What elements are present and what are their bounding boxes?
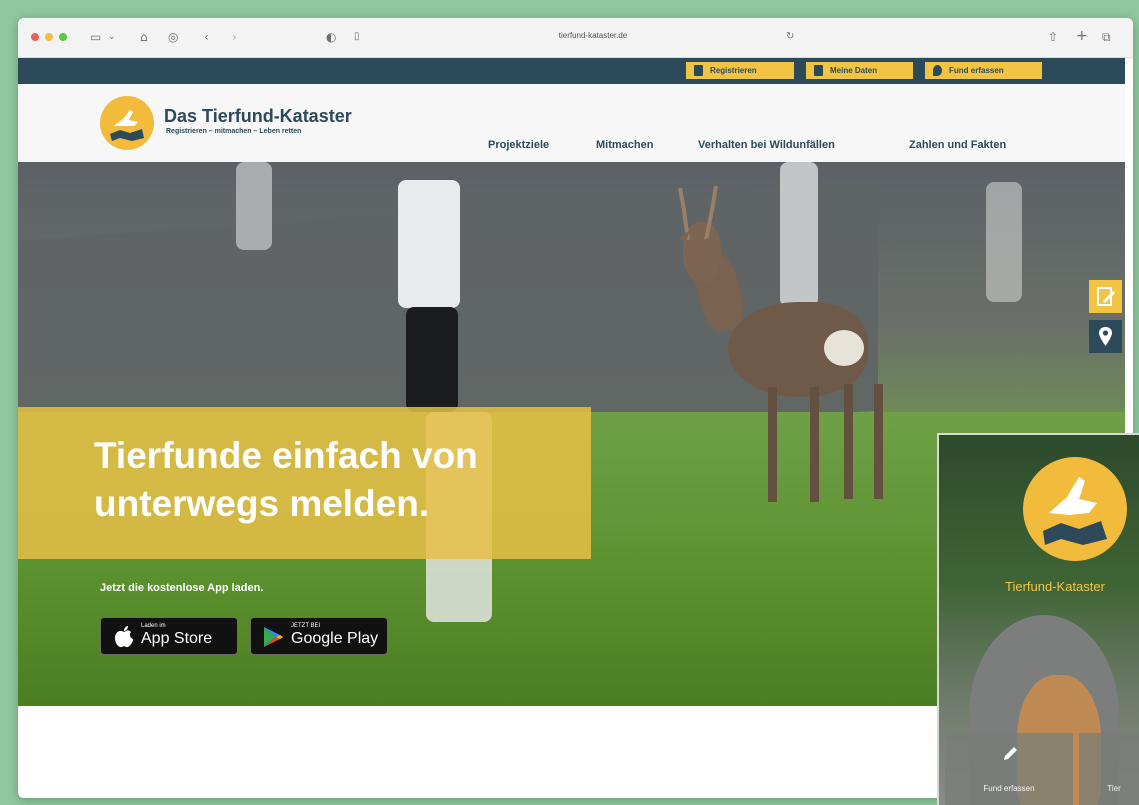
record-find-button-label: Fund erfassen <box>949 66 1004 75</box>
register-button[interactable]: Registrieren <box>686 62 794 79</box>
privacy-icon[interactable]: ◎ <box>168 29 178 45</box>
reader-icon[interactable]: ◐ <box>326 29 336 45</box>
tabs-overview-icon[interactable]: ⧉ <box>1102 29 1111 45</box>
url-text: tierfund-kataster.de <box>558 31 628 40</box>
hero-title: Tierfunde einfach von unterwegs melden. <box>94 435 478 524</box>
deer-leg <box>768 387 777 502</box>
side-edit-button[interactable] <box>1089 280 1122 313</box>
forward-icon[interactable]: › <box>232 29 237 45</box>
browser-toolbar: ▭ ⌄ ⌂ ◎ ‹ › ◐ ▯ tierfund-kataster.de ↻ ⇧… <box>18 18 1133 58</box>
site-title: Das Tierfund-Kataster <box>164 106 352 126</box>
location-pin-icon <box>1099 327 1112 346</box>
deer-logo-icon <box>110 110 144 141</box>
deer-logo-icon <box>1043 477 1107 545</box>
location-pin-icon <box>933 65 942 76</box>
delineator-post <box>406 307 458 412</box>
sidebar-icon[interactable]: ▭ <box>90 29 101 45</box>
utility-bar: Registrieren Meine Daten Fund erfassen <box>18 58 1125 84</box>
edit-document-icon <box>1097 287 1116 306</box>
delineator-post <box>398 180 460 308</box>
nav-verhalten[interactable]: Verhalten bei Wildunfällen <box>698 139 835 151</box>
minimize-window-button[interactable] <box>45 33 53 41</box>
chevron-down-icon[interactable]: ⌄ <box>108 29 116 45</box>
share-icon[interactable]: ⇧ <box>1048 29 1058 45</box>
phone-record-find-tile[interactable]: Fund erfassen <box>945 733 1073 805</box>
deer-leg <box>874 384 883 499</box>
google-play-small-label: JETZT BEI <box>291 623 321 629</box>
hero-subtitle: Jetzt die kostenlose App laden. <box>100 582 264 594</box>
record-find-button[interactable]: Fund erfassen <box>925 62 1042 79</box>
nav-projektziele[interactable]: Projektziele <box>488 139 549 151</box>
document-icon <box>814 65 823 76</box>
site-header: Das Tierfund-Kataster Registrieren – mit… <box>18 84 1125 162</box>
google-play-icon <box>264 627 283 647</box>
nav-mitmachen[interactable]: Mitmachen <box>596 139 653 151</box>
home-icon[interactable]: ⌂ <box>140 29 148 45</box>
phone-animal-label: Tier <box>1107 784 1121 793</box>
site-logo[interactable] <box>100 96 154 150</box>
phone-record-find-label: Fund erfassen <box>983 784 1035 793</box>
delineator-post <box>780 162 818 307</box>
my-data-button[interactable]: Meine Daten <box>806 62 913 79</box>
deer-leg <box>844 384 853 499</box>
app-store-big-label: App Store <box>141 630 213 647</box>
back-icon[interactable]: ‹ <box>204 29 209 45</box>
deer-rump <box>824 330 864 366</box>
app-store-button[interactable]: Laden im App Store <box>100 617 238 655</box>
new-tab-icon[interactable]: + <box>1076 28 1088 44</box>
close-window-button[interactable] <box>31 33 39 41</box>
app-store-small-label: Laden im <box>141 623 166 629</box>
site-tagline: Registrieren – mitmachen – Leben retten <box>166 128 302 135</box>
google-play-button[interactable]: JETZT BEI Google Play <box>250 617 388 655</box>
delineator-post <box>986 182 1022 302</box>
page-icon[interactable]: ▯ <box>354 29 360 45</box>
google-play-big-label: Google Play <box>291 630 379 647</box>
reload-icon[interactable]: ↻ <box>786 29 794 45</box>
nav-zahlen[interactable]: Zahlen und Fakten <box>909 139 1006 151</box>
phone-app-logo <box>1023 457 1127 561</box>
side-location-button[interactable] <box>1089 320 1122 353</box>
maximize-window-button[interactable] <box>59 33 67 41</box>
phone-app-brand: Tierfund-Kataster <box>1005 579 1105 594</box>
apple-icon <box>115 626 133 648</box>
user-icon <box>694 65 703 76</box>
my-data-button-label: Meine Daten <box>830 66 878 75</box>
phone-animal-tile[interactable]: Tier <box>1079 733 1139 805</box>
deer-antlers <box>678 185 718 242</box>
pencil-icon <box>1004 747 1017 760</box>
register-button-label: Registrieren <box>710 66 757 75</box>
deer-leg <box>810 387 819 502</box>
address-bar[interactable]: tierfund-kataster.de <box>393 27 793 48</box>
phone-app-preview: Tierfund-Kataster Fund erfassen Tier <box>937 433 1139 805</box>
delineator-post <box>236 162 272 250</box>
